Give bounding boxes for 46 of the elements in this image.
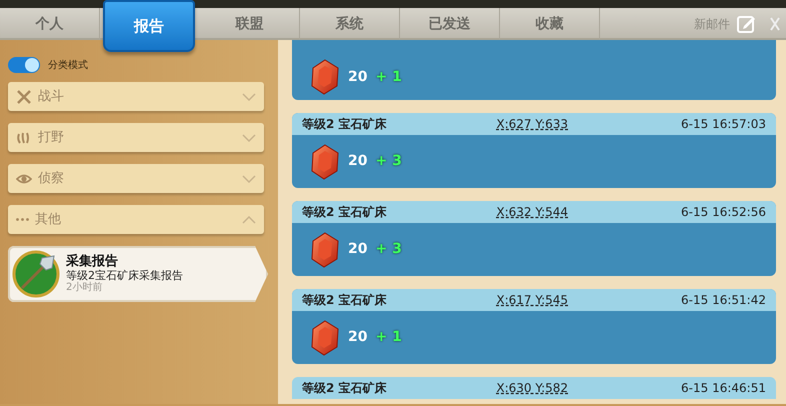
claw-icon xyxy=(16,130,32,146)
gem-icon xyxy=(310,59,340,95)
entry-time: 6-15 16:52:56 xyxy=(681,204,766,221)
entry-time: 6-15 16:46:51 xyxy=(681,380,766,397)
category-label: 打野 xyxy=(38,128,64,147)
gem-icon xyxy=(310,320,340,356)
coordinates-link[interactable]: X:617 Y:545 xyxy=(496,291,682,309)
crossed-swords-icon xyxy=(16,88,32,104)
report-subtitle: 等级2宝石矿床采集报告 xyxy=(66,269,183,282)
category-label: 其他 xyxy=(35,210,61,229)
entry-time: 6-15 16:57:03 xyxy=(681,116,766,133)
report-time: 2小时前 xyxy=(66,282,104,294)
entry-title: 等级2 宝石矿床 xyxy=(302,380,388,397)
category-header[interactable]: 侦察 xyxy=(8,164,264,193)
new-mail-button[interactable]: 新邮件 xyxy=(686,8,764,40)
coordinates-link[interactable]: X:630 Y:582 xyxy=(496,379,682,397)
amount-text: 20 xyxy=(348,152,368,171)
gem-icon xyxy=(310,144,340,180)
amount-text: 20 xyxy=(348,328,368,347)
bonus-text: + 1 xyxy=(375,328,402,347)
ellipsis-icon xyxy=(16,218,29,221)
entry-title: 等级2 宝石矿床 xyxy=(302,116,388,133)
report-item[interactable]: 采集报告 等级2宝石矿床采集报告 2小时前 xyxy=(8,246,268,302)
entry-title: 等级2 宝石矿床 xyxy=(302,204,388,221)
bonus-text: + 3 xyxy=(375,152,402,171)
category-header[interactable]: 打野 xyxy=(8,123,264,152)
compose-icon xyxy=(736,14,756,34)
category-header[interactable]: 战斗 xyxy=(8,82,264,111)
coordinates-link[interactable]: X:627 Y:633 xyxy=(496,115,682,133)
entry-title: 等级2 宝石矿床 xyxy=(302,292,388,309)
category-label: 侦察 xyxy=(38,170,64,188)
tab[interactable]: 报告 xyxy=(103,0,195,52)
bonus-text: + 3 xyxy=(375,240,402,259)
category-label: 战斗 xyxy=(38,88,64,106)
toggle-label: 分类模式 xyxy=(48,58,88,72)
report-title: 采集报告 xyxy=(66,254,119,270)
toggle-switch[interactable] xyxy=(8,57,40,73)
category-header[interactable]: 其他 xyxy=(8,205,264,234)
amount-text: 20 xyxy=(348,240,368,259)
bonus-text: + 1 xyxy=(375,68,402,86)
close-icon xyxy=(770,17,780,31)
coordinates-link[interactable]: X:632 Y:544 xyxy=(496,203,682,221)
shovel-badge-icon xyxy=(12,250,60,298)
amount-text: 20 xyxy=(348,68,368,86)
entry-time: 6-15 16:51:42 xyxy=(681,292,766,309)
gem-icon xyxy=(310,232,340,268)
